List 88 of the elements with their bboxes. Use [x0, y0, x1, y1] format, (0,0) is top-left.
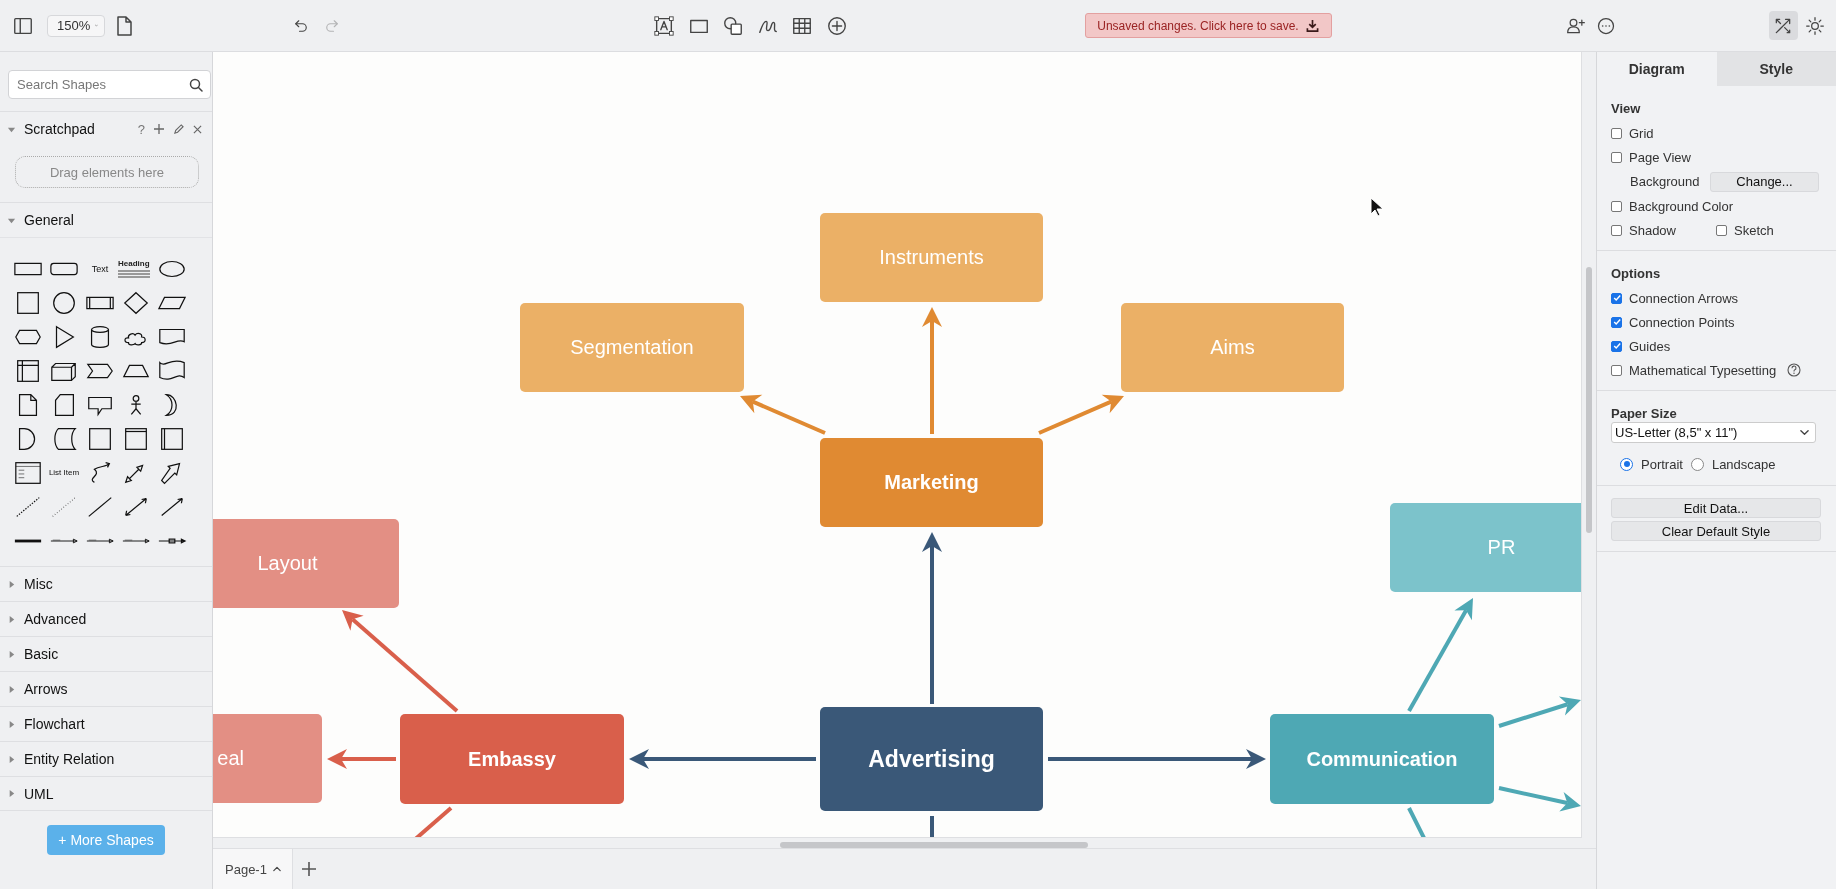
shapes-icon[interactable] — [722, 14, 744, 37]
vertical-scrollbar[interactable] — [1586, 267, 1592, 533]
page-tab[interactable]: Page-1 — [213, 849, 293, 889]
mouse-pointer-icon — [1370, 197, 1384, 217]
text-shape-tile[interactable]: Text — [83, 264, 117, 274]
checkbox-label[interactable]: Background Color — [1629, 198, 1734, 214]
checkbox-label[interactable]: Sketch — [1734, 222, 1774, 238]
connector-line — [1407, 807, 1428, 837]
checkbox-label[interactable]: Page View — [1629, 149, 1691, 165]
section-heading: Paper Size — [1611, 406, 1678, 421]
help-button[interactable]: ? — [137, 121, 145, 137]
checkbox[interactable] — [1611, 340, 1622, 352]
checkbox[interactable] — [1611, 292, 1622, 304]
mindmap-node: eal — [213, 714, 322, 803]
add-icon[interactable] — [154, 124, 164, 134]
change-button[interactable]: Change... — [1710, 171, 1819, 192]
disclosure-triangle-icon[interactable] — [7, 579, 16, 589]
mindmap-node: Communication — [1270, 714, 1494, 804]
checkbox[interactable] — [1611, 364, 1622, 376]
connector-line — [930, 816, 934, 837]
pencil-icon[interactable] — [173, 123, 184, 135]
checkbox-label[interactable]: Mathematical Typesetting — [1629, 362, 1777, 378]
mindmap-node: Embassy — [400, 714, 624, 804]
section-title[interactable]: Advanced — [24, 611, 202, 627]
list-shape-icon[interactable] — [13, 461, 43, 485]
diamond-shape-icon[interactable] — [121, 291, 151, 315]
search-field[interactable]: Search Shapes — [8, 70, 211, 99]
radio-label[interactable]: Landscape — [1711, 456, 1776, 472]
format-tools-icon[interactable] — [1768, 11, 1798, 40]
radio-button[interactable] — [1690, 457, 1704, 471]
checkbox[interactable] — [1716, 224, 1727, 236]
disclosure-triangle-icon[interactable] — [7, 614, 16, 624]
disclosure-triangle-icon[interactable] — [7, 754, 16, 764]
action-button[interactable]: Clear Default Style — [1611, 521, 1821, 541]
download-icon — [1305, 19, 1319, 32]
panel-tab[interactable]: Style — [1716, 52, 1836, 86]
disclosure-triangle-icon[interactable] — [7, 719, 16, 729]
tape-shape-icon[interactable] — [157, 359, 187, 383]
mindmap-node: PR — [1390, 503, 1581, 592]
section-title[interactable]: General — [24, 212, 202, 228]
checkbox-label[interactable]: Connection Points — [1629, 314, 1735, 330]
add-circle-icon[interactable] — [825, 14, 848, 37]
mindmap-node: Layout — [213, 519, 399, 608]
setting-label: Background — [1630, 174, 1700, 189]
checkbox[interactable] — [1611, 151, 1622, 163]
mindmap-node: Instruments — [820, 213, 1043, 302]
section-title[interactable]: Scratchpad — [24, 121, 130, 137]
disclosure-triangle-icon[interactable] — [7, 789, 16, 798]
section-title[interactable]: Basic — [24, 646, 202, 662]
add-page-icon[interactable] — [301, 861, 317, 877]
mindmap-node: Advertising — [820, 707, 1043, 811]
disclosure-triangle-icon[interactable] — [7, 649, 16, 659]
heading-shape-tile[interactable]: Heading — [118, 260, 154, 278]
mindmap-node: Segmentation — [520, 303, 744, 392]
section-title[interactable]: UML — [24, 785, 202, 802]
horizontal-scrollbar[interactable] — [780, 842, 1088, 848]
checkbox-label[interactable]: Guides — [1629, 338, 1671, 354]
mindmap-node: Aims — [1121, 303, 1344, 392]
save-notice-button[interactable]: Unsaved changes. Click here to save. — [1084, 13, 1332, 38]
caret-icon — [272, 865, 281, 873]
diagram-canvas[interactable]: Instruments Segmentation Aims Marketing PR Layout eal Embassy Advertising Communication — [213, 52, 1582, 838]
section-heading: Options — [1611, 266, 1662, 281]
checkbox[interactable] — [1611, 316, 1622, 328]
paper-size-dropdown[interactable]: US-Letter (8,5" x 11") — [1611, 422, 1816, 443]
list-item-shape-tile[interactable]: List Item — [46, 469, 82, 477]
checkbox-label[interactable]: Shadow — [1629, 222, 1676, 238]
action-button[interactable]: Edit Data... — [1611, 498, 1821, 518]
close-icon[interactable] — [193, 124, 202, 134]
section-title[interactable]: Flowchart — [24, 716, 202, 732]
section-title[interactable]: Misc — [24, 576, 202, 592]
connector-arrow — [327, 749, 396, 769]
zoom-dropdown[interactable]: 150% — [47, 14, 105, 37]
help-icon[interactable] — [1787, 363, 1802, 377]
checkbox[interactable] — [1611, 200, 1622, 212]
text-box-icon[interactable] — [653, 14, 675, 37]
checkbox-label[interactable]: Grid — [1629, 125, 1654, 141]
section-title[interactable]: Arrows — [24, 681, 202, 697]
mindmap-node: Marketing — [820, 438, 1043, 527]
page-icon[interactable] — [116, 15, 132, 36]
checkbox-label[interactable]: Connection Arrows — [1629, 290, 1739, 306]
radio-label[interactable]: Portrait — [1641, 456, 1683, 472]
checkbox[interactable] — [1611, 224, 1622, 236]
chevron-down-icon — [1800, 428, 1809, 437]
disclosure-triangle-icon[interactable] — [7, 684, 16, 694]
checkbox[interactable] — [1611, 127, 1622, 139]
section-heading: View — [1611, 101, 1642, 116]
section-title[interactable]: Entity Relation — [24, 751, 202, 767]
radio-button[interactable] — [1620, 457, 1633, 471]
